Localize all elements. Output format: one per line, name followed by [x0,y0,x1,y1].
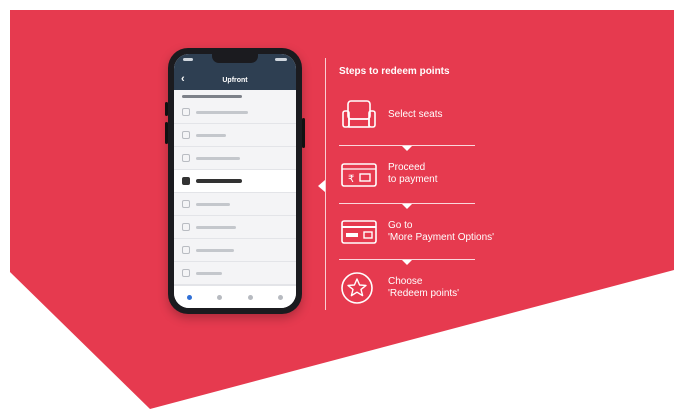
tab-tickets-icon [247,294,253,300]
list-item-icon [182,200,190,208]
phone-list-item [174,262,296,285]
phone-screen: ‹ Upfront [174,54,296,308]
card-icon [339,212,379,252]
phone-list-item [174,147,296,170]
phone-list-item [174,101,296,124]
seat-icon [339,95,379,135]
svg-text:₹: ₹ [348,174,354,185]
list-item-icon [182,269,190,277]
status-time [183,58,193,61]
list-item-icon [182,223,190,231]
phone-power-button [302,118,305,148]
step-line1: Select seats [388,109,443,120]
banner-background [10,10,674,409]
phone-list-item [174,124,296,147]
phone-status-bar [174,54,296,70]
list-item-icon [182,154,190,162]
step-proceed-payment: ₹ Proceed to payment [339,154,539,194]
list-item-icon [182,246,190,254]
phone-mockup: ‹ Upfront [165,48,305,314]
down-arrow-icon [402,204,412,209]
step-line1: Go to [388,220,413,231]
star-badge-icon [339,268,379,308]
step-line2: to payment [388,174,438,185]
phone-volume-button [165,122,168,144]
phone-notch [212,54,258,63]
back-chevron-icon[interactable]: ‹ [181,73,185,85]
phone-volume-button [165,102,168,116]
step-line1: Proceed [388,162,426,173]
tab-profile-icon [278,294,284,300]
step-more-payment-options: Go to 'More Payment Options' [339,212,539,252]
phone-list-item [174,193,296,216]
step-line2: 'Redeem points' [388,288,460,299]
pointer-triangle-icon [318,180,325,192]
list-item-icon [182,177,190,185]
down-arrow-icon [402,146,412,151]
step-redeem-points: Choose 'Redeem points' [339,268,539,308]
tab-home-icon [186,294,192,300]
phone-list-item [174,216,296,239]
payment-ticket-icon: ₹ [339,154,379,194]
phone-list-item-active [174,170,296,193]
list-item-icon [182,108,190,116]
phone-tab-bar [174,285,296,308]
step-line2: 'More Payment Options' [388,232,495,243]
promo-banner [0,0,674,409]
step-line1: Choose [388,276,423,287]
phone-list-item [174,239,296,262]
list-item-icon [182,131,190,139]
step-select-seats: Select seats [339,95,539,135]
phone-app-title: Upfront [222,76,248,84]
steps-title: Steps to redeem points [339,66,450,77]
phone-section-label [174,90,296,101]
down-arrow-icon [402,260,412,265]
tab-search-icon [217,294,223,300]
status-battery-icon [275,58,287,61]
vertical-divider [325,58,326,310]
phone-app-bar: ‹ Upfront [174,70,296,90]
